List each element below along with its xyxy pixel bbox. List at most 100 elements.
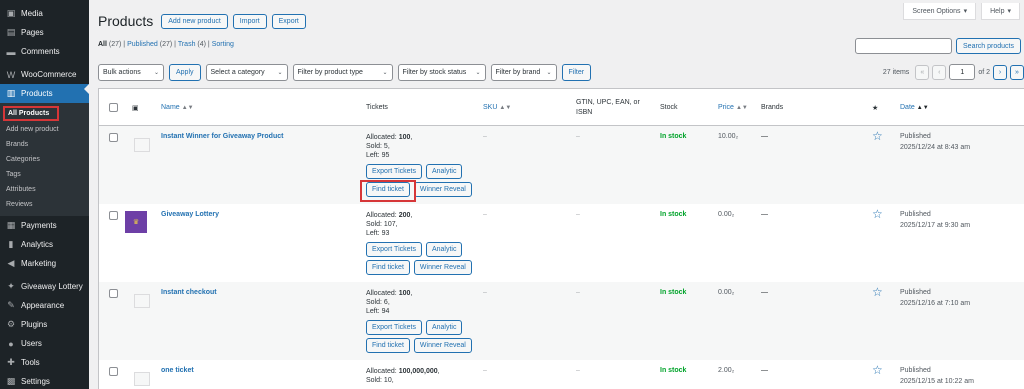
export-button[interactable]: Export [271, 13, 306, 29]
search-input[interactable] [855, 38, 953, 54]
row-checkbox[interactable] [109, 367, 118, 376]
current-page-input[interactable]: 1 [949, 64, 976, 80]
menu-appearance[interactable]: ✎ Appearance [0, 296, 89, 315]
product-name-link[interactable]: Instant Winner for Giveaway Product [161, 133, 283, 140]
featured-star-icon[interactable]: ☆ [872, 363, 883, 377]
bulk-actions-select[interactable]: Bulk actions ⌄ [98, 64, 164, 81]
view-all[interactable]: All [98, 41, 107, 48]
row-checkbox[interactable] [109, 211, 118, 220]
view-trash[interactable]: Trash [178, 41, 196, 48]
add-new-product-button[interactable]: Add new product [161, 13, 228, 29]
menu-label: Giveaway Lottery [21, 282, 83, 291]
allocated-value: 200 [398, 212, 411, 219]
chevron-down-icon: ⌄ [382, 70, 388, 76]
product-type-select[interactable]: Filter by product type ⌄ [292, 64, 393, 81]
winner-reveal-button[interactable]: Winner Reveal [413, 182, 472, 197]
menu-payments[interactable]: ▦ Payments [0, 216, 89, 235]
menu-pages[interactable]: ▤ Pages [0, 23, 89, 42]
column-date[interactable]: Date ▲▼ [900, 89, 929, 126]
menu-analytics[interactable]: ▮ Analytics [0, 235, 89, 254]
product-name-link[interactable]: Instant checkout [161, 289, 217, 296]
menu-plugins[interactable]: ⚙ Plugins [0, 315, 89, 334]
menu-tools[interactable]: ✚ Tools [0, 353, 89, 372]
find-ticket-button[interactable]: Find ticket [366, 260, 410, 275]
table-row: one ticket Allocated: 100,000,000, Sold:… [99, 360, 1024, 389]
filter-button[interactable]: Filter [561, 64, 592, 81]
menu-media[interactable]: ▣ Media [0, 4, 89, 23]
column-name[interactable]: Name ▲▼ [161, 89, 194, 126]
product-name-link[interactable]: one ticket [161, 367, 194, 374]
first-page-button[interactable]: « [915, 64, 930, 80]
column-gtin-label: GTIN, UPC, EAN, or ISBN [576, 98, 640, 116]
analytic-button[interactable]: Analytic [425, 320, 463, 335]
export-tickets-button[interactable]: Export Tickets [366, 320, 422, 335]
stock-status-select[interactable]: Filter by stock status ⌄ [397, 64, 486, 81]
brands-value: — [761, 133, 768, 140]
tickets-info: Allocated: 100, Sold: 5, Left: 95 [366, 134, 413, 159]
row-checkbox[interactable] [109, 133, 118, 142]
submenu-reviews[interactable]: Reviews [0, 197, 89, 212]
featured-column-icon: ★ [872, 104, 879, 112]
bulk-actions-value: Bulk actions [103, 69, 141, 76]
select-all-checkbox[interactable] [109, 89, 118, 126]
gtin-value: – [576, 289, 580, 296]
post-status: Published [900, 211, 931, 218]
menu-users[interactable]: ● Users [0, 334, 89, 353]
brand-select[interactable]: Filter by brand ⌄ [490, 64, 557, 81]
category-select[interactable]: Select a category ⌄ [205, 64, 288, 81]
row-checkbox[interactable] [109, 289, 118, 298]
plugins-icon: ⚙ [6, 319, 16, 329]
menu-giveaway-lottery[interactable]: ✦ Giveaway Lottery [0, 277, 89, 296]
analytic-button[interactable]: Analytic [425, 242, 463, 257]
column-price[interactable]: Price ▲▼ [718, 89, 748, 126]
menu-label: Analytics [21, 240, 54, 249]
media-icon: ▣ [6, 8, 16, 18]
featured-star-icon[interactable]: ☆ [872, 129, 883, 143]
analytics-icon: ▮ [8, 239, 14, 249]
menu-comments[interactable]: ▬ Comments [0, 42, 89, 61]
view-sorting[interactable]: Sorting [212, 41, 234, 48]
table-row: Instant checkout Allocated: 100, Sold: 6… [99, 282, 1024, 360]
find-ticket-button[interactable]: Find ticket [366, 338, 410, 353]
search-products-button[interactable]: Search products [956, 38, 1021, 54]
winner-reveal-button[interactable]: Winner Reveal [413, 260, 472, 275]
giveaway-icon: ✦ [7, 281, 15, 291]
menu-products[interactable]: ▥ Products [0, 84, 89, 103]
sold-value: 107 [383, 221, 396, 228]
submenu-add-new-product[interactable]: Add new product [0, 122, 89, 137]
chevron-down-icon: ⌄ [475, 70, 481, 76]
users-icon: ● [8, 338, 14, 349]
import-button[interactable]: Import [232, 13, 267, 29]
menu-label: Users [21, 339, 42, 348]
featured-star-icon[interactable]: ☆ [872, 285, 883, 299]
menu-label: Appearance [21, 301, 65, 310]
menu-marketing[interactable]: ◀ Marketing [0, 254, 89, 273]
apply-button[interactable]: Apply [169, 64, 201, 81]
prev-page-button[interactable]: ‹ [932, 64, 947, 80]
comments-icon: ▬ [6, 46, 16, 57]
allocated-value: 100 [398, 290, 411, 297]
next-page-button[interactable]: › [993, 64, 1007, 80]
view-published[interactable]: Published [127, 41, 158, 48]
column-sku[interactable]: SKU ▲▼ [483, 89, 511, 126]
price-value: 0.00₂ [718, 211, 735, 218]
submenu-categories[interactable]: Categories [0, 152, 89, 167]
analytic-button[interactable]: Analytic [425, 164, 463, 179]
submenu-tags[interactable]: Tags [0, 167, 89, 182]
tickets-cell: Allocated: 100, Sold: 6, Left: 94 Export… [366, 289, 472, 353]
winner-reveal-button[interactable]: Winner Reveal [413, 338, 472, 353]
column-name-label: Name [161, 104, 180, 111]
post-date: 2025/12/24 at 8:43 am [900, 144, 971, 151]
menu-woocommerce[interactable]: W WooCommerce [0, 65, 89, 84]
sku-value: – [483, 211, 487, 218]
menu-label: Payments [21, 221, 57, 230]
product-name-link[interactable]: Giveaway Lottery [161, 211, 219, 218]
last-page-button[interactable]: » [1010, 64, 1024, 80]
menu-settings[interactable]: ▩ Settings [0, 372, 89, 389]
submenu-brands[interactable]: Brands [0, 137, 89, 152]
submenu-all-products[interactable]: All Products [3, 106, 59, 121]
featured-star-icon[interactable]: ☆ [872, 207, 883, 221]
export-tickets-button[interactable]: Export Tickets [366, 164, 422, 179]
submenu-attributes[interactable]: Attributes [0, 182, 89, 197]
export-tickets-button[interactable]: Export Tickets [366, 242, 422, 257]
